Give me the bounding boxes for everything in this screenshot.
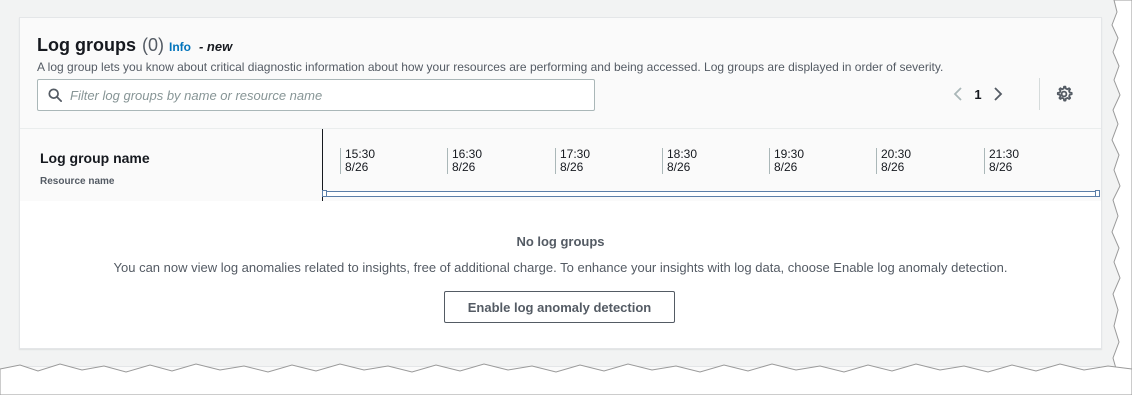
timeline-tick: 18:30 8/26 [662, 148, 697, 174]
pager-divider [1039, 78, 1040, 110]
empty-state-description: You can now view log anomalies related t… [113, 260, 1008, 275]
previous-page-button[interactable] [948, 84, 968, 104]
time-range-selector[interactable] [323, 191, 1099, 197]
next-page-button[interactable] [988, 84, 1008, 104]
gear-icon [1056, 85, 1073, 102]
chevron-left-icon [953, 87, 962, 101]
screenshot-page: Log groups (0) Info - new A log group le… [0, 0, 1132, 395]
timeline-tick: 17:30 8/26 [555, 148, 590, 174]
current-page-number[interactable]: 1 [970, 87, 986, 102]
tick-date: 8/26 [989, 160, 1013, 174]
chevron-right-icon [994, 87, 1003, 101]
column-subheader-resource-name: Resource name [40, 176, 115, 187]
tick-date: 8/26 [452, 160, 476, 174]
search-icon [48, 88, 62, 102]
torn-edge-right [1111, 0, 1132, 395]
timeline: 15:30 8/26 16:30 8/26 17:30 8/26 18:30 8… [322, 129, 1101, 201]
tick-date: 8/26 [667, 160, 691, 174]
search-box[interactable] [37, 79, 595, 111]
timeline-tick: 16:30 8/26 [447, 148, 482, 174]
pagination: 1 [948, 84, 1008, 104]
timeline-tick: 15:30 8/26 [340, 148, 375, 174]
page-title: Log groups [37, 35, 136, 55]
timeline-tick: 19:30 8/26 [769, 148, 804, 174]
column-header-log-group-name[interactable]: Log group name [40, 150, 150, 166]
range-handle-start[interactable] [322, 190, 327, 197]
enable-log-anomaly-detection-button[interactable]: Enable log anomaly detection [444, 291, 675, 323]
panel-header: Log groups (0) Info - new A log group le… [20, 18, 1101, 128]
panel-description: A log group lets you know about critical… [37, 60, 944, 74]
empty-state-title: No log groups [516, 234, 605, 249]
range-handle-end[interactable] [1095, 190, 1100, 197]
title-row: Log groups (0) Info - new [37, 35, 232, 56]
tick-date: 8/26 [881, 160, 905, 174]
search-input[interactable] [70, 87, 570, 103]
torn-edge-bottom [0, 363, 1132, 395]
tick-date: 8/26 [560, 160, 584, 174]
table-header: Log group name Resource name 15:30 8/26 … [20, 128, 1101, 202]
empty-state: No log groups You can now view log anoma… [20, 201, 1101, 348]
log-group-count: (0) [141, 35, 164, 55]
tick-date: 8/26 [774, 160, 798, 174]
timeline-tick: 20:30 8/26 [876, 148, 911, 174]
log-groups-panel: Log groups (0) Info - new A log group le… [19, 17, 1102, 349]
settings-button[interactable] [1054, 84, 1074, 104]
info-link[interactable]: Info [169, 40, 191, 54]
timeline-tick: 21:30 8/26 [984, 148, 1019, 174]
tick-date: 8/26 [345, 160, 369, 174]
new-tag: - new [198, 39, 233, 54]
